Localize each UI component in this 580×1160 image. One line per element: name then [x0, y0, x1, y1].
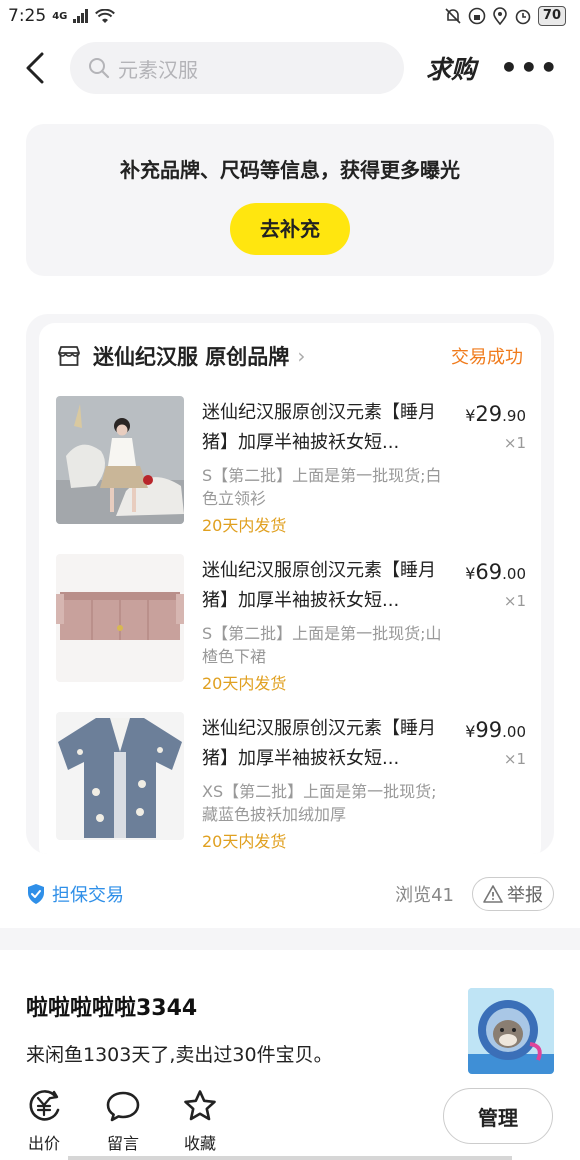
status-time: 7:25: [8, 6, 47, 26]
trade-status: 交易成功: [451, 347, 523, 368]
report-label: 举报: [507, 885, 543, 906]
status-left: 7:25 4G: [8, 6, 116, 26]
search-icon: [89, 58, 110, 79]
item-shipping: 20天内发货: [202, 516, 287, 535]
guarantee-row: 担保交易 浏览41 举报: [26, 876, 554, 912]
alarm-icon: [514, 7, 532, 25]
shop-row[interactable]: 迷仙纪汉服 原创品牌 › 交易成功: [39, 323, 541, 389]
views-count: 浏览41: [395, 885, 454, 906]
bottom-action-bar: 出价 留言 收藏 管理: [0, 1084, 580, 1160]
order-item[interactable]: 迷仙纪汉服原创汉元素【睡月猪】加厚半袖披袄女短... S【第二批】上面是第一批现…: [56, 554, 526, 693]
supplement-card: 补充品牌、尺码等信息，获得更多曝光 去补充: [26, 124, 554, 276]
order-item[interactable]: 迷仙纪汉服原创汉元素【睡月猪】加厚半袖披袄女短... XS【第二批】上面是第一批…: [56, 712, 526, 851]
item-qty: ×1: [503, 750, 526, 768]
want-buy-button[interactable]: 求购: [426, 50, 476, 86]
item-title: 迷仙纪汉服原创汉元素【睡月猪】加厚半袖披袄女短...: [202, 402, 436, 453]
manage-button[interactable]: 管理: [443, 1088, 553, 1144]
comment-button[interactable]: 留言: [93, 1088, 153, 1154]
item-shipping: 20天内发货: [202, 674, 287, 693]
warning-icon: [483, 885, 503, 903]
item-qty: ×1: [503, 592, 526, 610]
shop-icon: [58, 346, 80, 366]
item-qty: ×1: [503, 434, 526, 452]
order-card: 迷仙纪汉服 原创品牌 › 交易成功 迷仙纪汉服原创汉元素【睡月猪】加厚半袖披袄女…: [26, 314, 554, 854]
item-shipping: 20天内发货: [202, 832, 287, 851]
shield-check-icon: [28, 884, 44, 904]
offer-button[interactable]: 出价: [14, 1088, 74, 1154]
item-price: ¥69.00: [465, 560, 526, 584]
guarantee-label[interactable]: 担保交易: [52, 881, 124, 907]
star-icon: [184, 1090, 216, 1121]
comment-label: 留言: [106, 1134, 139, 1153]
location-icon: [492, 7, 508, 25]
battery-indicator: 70: [537, 6, 566, 26]
back-arrow-icon: [26, 52, 44, 84]
status-right: 70: [444, 6, 566, 26]
item-sku: S【第二批】上面是第一批现货;山楂色下裙: [202, 624, 442, 666]
home-indicator: [68, 1156, 512, 1160]
section-divider: [0, 928, 580, 950]
item-price: ¥99.00: [465, 718, 526, 742]
seller-name[interactable]: 啦啦啦啦啦3344: [26, 990, 197, 1022]
item-price: ¥29.90: [465, 402, 526, 426]
mute-bell-icon: [444, 7, 462, 25]
chevron-right-icon: ›: [297, 344, 306, 368]
product-image-pink-skirt: [56, 554, 184, 682]
favorite-button[interactable]: 收藏: [170, 1088, 230, 1154]
order-card-inner: 迷仙纪汉服 原创品牌 › 交易成功 迷仙纪汉服原创汉元素【睡月猪】加厚半袖披袄女…: [39, 323, 541, 854]
item-sku: S【第二批】上面是第一批现货;白色立领衫: [202, 466, 442, 508]
back-button[interactable]: [0, 36, 70, 100]
avatar[interactable]: [468, 988, 554, 1074]
yuan-coin-icon: [29, 1090, 60, 1121]
offer-label: 出价: [27, 1134, 60, 1153]
network-type: 4G: [52, 10, 68, 22]
item-title: 迷仙纪汉服原创汉元素【睡月猪】加厚半袖披袄女短...: [202, 718, 436, 769]
speech-bubble-icon: [106, 1091, 140, 1122]
item-sku: XS【第二批】上面是第一批现货;藏蓝色披袄加绒加厚: [202, 782, 437, 824]
favorite-label: 收藏: [183, 1134, 216, 1153]
supplement-prompt: 补充品牌、尺码等信息，获得更多曝光: [120, 158, 460, 182]
lock-rotation-icon: [468, 7, 486, 25]
order-item[interactable]: 迷仙纪汉服原创汉元素【睡月猪】加厚半袖披袄女短... S【第二批】上面是第一批现…: [56, 396, 526, 535]
item-title: 迷仙纪汉服原创汉元素【睡月猪】加厚半袖披袄女短...: [202, 560, 436, 611]
product-image-blue-jacket: [56, 712, 184, 840]
search-placeholder: 元素汉服: [118, 57, 198, 82]
wifi-icon: [95, 8, 116, 24]
more-button[interactable]: •••: [500, 54, 560, 82]
product-image-white-outfit: [56, 396, 184, 524]
shop-name: 迷仙纪汉服 原创品牌: [93, 345, 290, 369]
search-box[interactable]: 元素汉服: [70, 42, 404, 94]
signal-icon: [73, 9, 89, 23]
report-button[interactable]: 举报: [472, 877, 554, 911]
supplement-button[interactable]: 去补充: [230, 203, 350, 255]
status-bar: 7:25 4G 70: [0, 0, 580, 32]
top-bar: 元素汉服 求购 •••: [0, 36, 580, 100]
seller-info: 来闲鱼1303天了,卖出过30件宝贝。: [26, 1044, 333, 1066]
